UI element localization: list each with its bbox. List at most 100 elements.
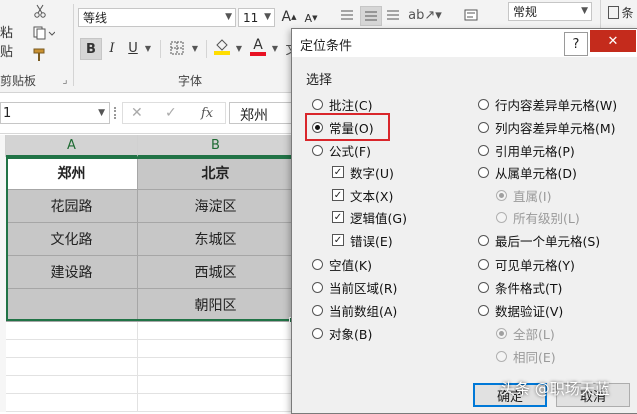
- chevron-down-icon[interactable]: ▼: [190, 40, 200, 56]
- radio-button[interactable]: [312, 327, 323, 339]
- right-option-5: 所有级别(L): [496, 208, 580, 226]
- wrap-text-icon[interactable]: [460, 6, 482, 24]
- cell-a5[interactable]: [6, 289, 138, 322]
- clipboard-launcher-icon[interactable]: ⌟: [60, 73, 70, 86]
- radio-button[interactable]: [312, 121, 323, 133]
- left-option-5[interactable]: ✓ 逻辑值(G): [332, 208, 407, 226]
- chevron-down-icon[interactable]: ▼: [234, 40, 244, 56]
- radio-button[interactable]: [312, 304, 323, 316]
- font-name-combo[interactable]: 等线 ▼: [78, 8, 236, 27]
- cell-a3[interactable]: 文化路: [6, 223, 138, 256]
- right-option-8[interactable]: 条件格式(T): [478, 278, 562, 296]
- cut-icon[interactable]: [30, 2, 50, 20]
- left-option-6[interactable]: ✓ 错误(E): [332, 231, 393, 249]
- empty-cell[interactable]: [6, 376, 138, 394]
- orientation-icon[interactable]: ab↗▾: [408, 6, 442, 24]
- radio-button[interactable]: [478, 144, 489, 156]
- option-label: 当前数组(A): [329, 303, 398, 319]
- checkbox[interactable]: ✓: [332, 234, 344, 246]
- left-option-7[interactable]: 空值(K): [312, 255, 372, 273]
- conditional-format-button[interactable]: 条: [606, 2, 636, 22]
- radio-button[interactable]: [312, 144, 323, 156]
- shrink-font-button[interactable]: A ▼: [302, 9, 320, 27]
- align-bottom-icon[interactable]: [383, 6, 403, 24]
- left-option-10[interactable]: 对象(B): [312, 324, 372, 342]
- empty-cell[interactable]: [6, 340, 138, 358]
- underline-button[interactable]: U: [124, 38, 142, 58]
- grow-font-button[interactable]: A ▲: [280, 7, 298, 27]
- cancel-icon[interactable]: ✕: [131, 105, 143, 121]
- right-option-9[interactable]: 数据验证(V): [478, 301, 563, 319]
- empty-cell[interactable]: [138, 394, 294, 412]
- empty-cell[interactable]: [138, 340, 294, 358]
- name-box[interactable]: 1 ▼: [0, 102, 110, 124]
- borders-icon[interactable]: [166, 38, 188, 58]
- number-format-combo[interactable]: 常规 ▼: [508, 2, 592, 21]
- radio-button[interactable]: [478, 166, 489, 178]
- radio-button[interactable]: [312, 98, 323, 110]
- copy-icon[interactable]: [30, 24, 58, 42]
- left-option-2[interactable]: 公式(F): [312, 141, 371, 159]
- column-header-a[interactable]: A: [6, 135, 138, 157]
- right-option-3[interactable]: 从属单元格(D): [478, 163, 577, 181]
- cell-b4[interactable]: 西城区: [138, 256, 294, 289]
- help-button[interactable]: ?: [564, 32, 588, 56]
- dialog-title-bar[interactable]: 定位条件 ? ✕: [292, 29, 637, 57]
- close-button[interactable]: ✕: [590, 30, 636, 52]
- checkbox[interactable]: ✓: [332, 211, 344, 223]
- empty-cell[interactable]: [138, 376, 294, 394]
- cell-b5[interactable]: 朝阳区: [138, 289, 294, 322]
- chevron-down-icon[interactable]: ▼: [270, 40, 280, 56]
- radio-button[interactable]: [478, 304, 489, 316]
- right-option-2[interactable]: 引用单元格(P): [478, 141, 575, 159]
- enter-icon[interactable]: ✓: [165, 105, 177, 121]
- left-option-3[interactable]: ✓ 数字(U): [332, 163, 394, 181]
- radio-button[interactable]: [478, 281, 489, 293]
- right-option-7[interactable]: 可见单元格(Y): [478, 255, 575, 273]
- align-top-icon[interactable]: [337, 6, 357, 24]
- radio-button[interactable]: [312, 258, 323, 270]
- checkbox[interactable]: ✓: [332, 189, 344, 201]
- checkbox[interactable]: ✓: [332, 166, 344, 178]
- left-option-4[interactable]: ✓ 文本(X): [332, 186, 393, 204]
- left-option-0[interactable]: 批注(C): [312, 95, 372, 113]
- option-label: 逻辑值(G): [350, 210, 407, 226]
- left-option-9[interactable]: 当前数组(A): [312, 301, 397, 319]
- radio-button[interactable]: [478, 234, 489, 246]
- right-option-4: 直属(I): [496, 186, 551, 204]
- radio-button[interactable]: [478, 121, 489, 133]
- empty-cell[interactable]: [6, 394, 138, 412]
- align-middle-icon[interactable]: [360, 6, 382, 26]
- cell-a1[interactable]: 郑州: [6, 157, 138, 190]
- italic-button[interactable]: I: [103, 38, 121, 58]
- empty-cell[interactable]: [6, 358, 138, 376]
- left-option-1[interactable]: 常量(O): [312, 118, 374, 136]
- paste-button[interactable]: 粘贴: [0, 26, 24, 60]
- cell-a2[interactable]: 花园路: [6, 190, 138, 223]
- right-option-0[interactable]: 行内容差异单元格(W): [478, 95, 617, 113]
- cell-b1[interactable]: 北京: [138, 157, 294, 190]
- right-option-6[interactable]: 最后一个单元格(S): [478, 231, 600, 249]
- function-icon[interactable]: fx: [201, 106, 213, 121]
- chevron-down-icon[interactable]: ▼: [143, 40, 153, 56]
- right-option-1[interactable]: 列内容差异单元格(M): [478, 118, 616, 136]
- cell-a4[interactable]: 建设路: [6, 256, 138, 289]
- cell-b3[interactable]: 东城区: [138, 223, 294, 256]
- radio-button[interactable]: [312, 281, 323, 293]
- close-icon: ✕: [607, 33, 619, 49]
- cell-b2[interactable]: 海淀区: [138, 190, 294, 223]
- radio-button[interactable]: [478, 98, 489, 110]
- fill-color-button[interactable]: [212, 36, 232, 58]
- bold-button[interactable]: B: [80, 38, 102, 60]
- empty-cell[interactable]: [138, 322, 294, 340]
- splitter-handle[interactable]: [114, 107, 119, 119]
- font-size-combo[interactable]: 11 ▼: [238, 8, 275, 27]
- radio-button[interactable]: [478, 258, 489, 270]
- left-option-8[interactable]: 当前区域(R): [312, 278, 397, 296]
- font-color-button[interactable]: A: [248, 36, 268, 58]
- format-painter-icon[interactable]: [30, 46, 50, 64]
- empty-cell[interactable]: [138, 358, 294, 376]
- column-header-b[interactable]: B: [138, 135, 294, 157]
- empty-cell[interactable]: [6, 322, 138, 340]
- formula-input[interactable]: 郑州: [229, 102, 299, 124]
